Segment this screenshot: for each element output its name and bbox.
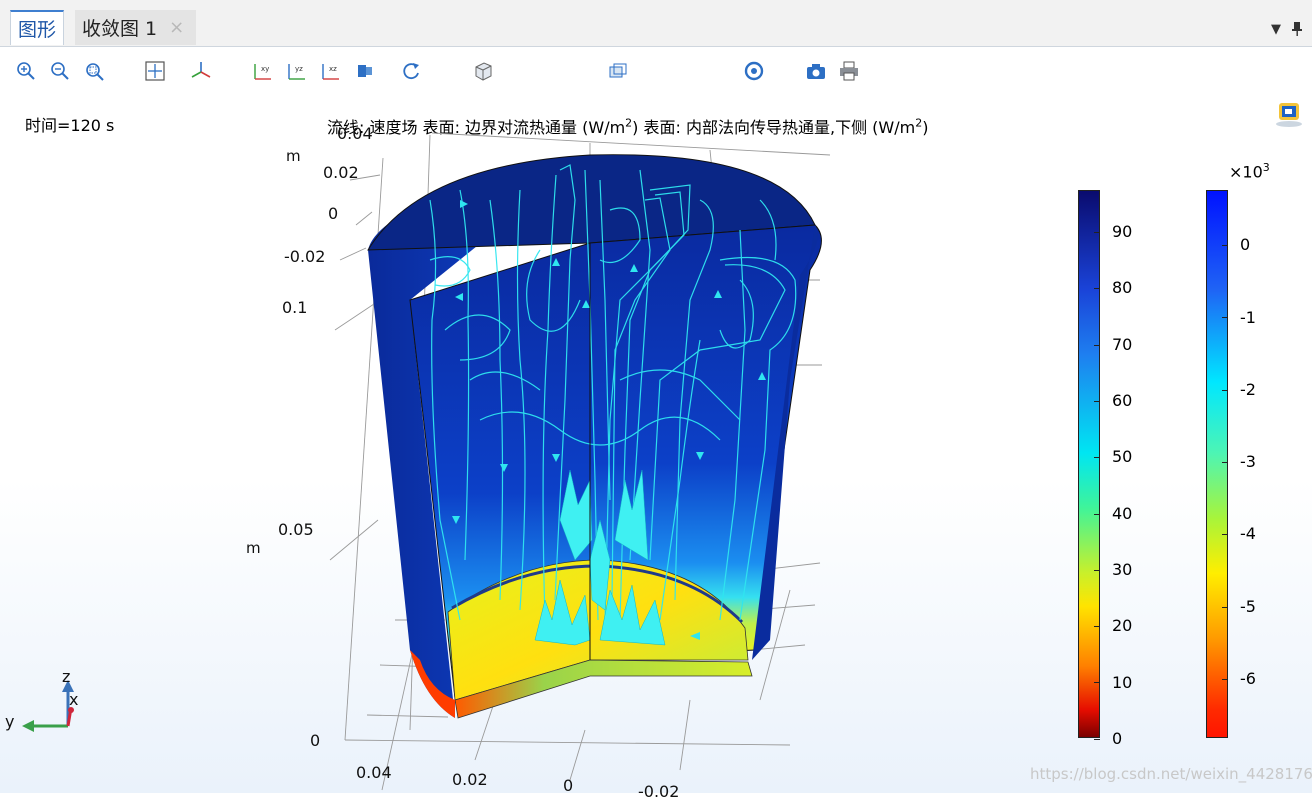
axis-unit-m-mid: m [246,539,261,557]
multiplier-label: ×10 [1229,162,1263,182]
colorbar-tick-mark [1222,389,1228,391]
z-tick-0: 0 [328,204,339,223]
colorbar-conductive-heat-flux [1206,190,1228,738]
colorbar-convective-heat-flux [1078,190,1100,738]
colorbar-tick-mark [1222,461,1228,463]
triad-y-label: y [5,712,15,731]
x-tick-0: 0 [563,776,574,795]
cbar1-tick-80: 80 [1112,278,1133,297]
cbar1-tick-10: 10 [1112,673,1133,692]
z-tick-neg-0-02: -0.02 [284,247,326,266]
cbar2-tick-neg-2: -2 [1240,380,1256,399]
cbar2-tick-neg-3: -3 [1240,452,1256,471]
cbar1-tick-60: 60 [1112,391,1133,410]
cbar2-tick-neg-1: -1 [1240,308,1256,327]
watermark: https://blog.csdn.net/weixin_44281768 [1030,765,1312,783]
colorbar-tick-mark [1094,400,1100,402]
cbar2-tick-neg-4: -4 [1240,524,1256,543]
x-tick-neg-0-02: -0.02 [638,782,680,801]
cbar1-tick-20: 20 [1112,616,1133,635]
colorbar-tick-mark [1094,569,1100,571]
colorbar-tick-mark [1094,344,1100,346]
cbar1-tick-90: 90 [1112,222,1133,241]
axis-unit-m-top: m [286,147,301,165]
triad-x-label: x [69,690,79,709]
colorbar-2-multiplier: ×103 [1229,161,1270,181]
z-tick-0-1: 0.1 [282,298,308,317]
z-tick-0-bottom: 0 [310,731,321,750]
multiplier-exponent: 3 [1262,161,1270,174]
axis-triad [22,680,74,732]
colorbar-tick-mark [1094,682,1100,684]
colorbar-tick-mark [1094,288,1100,290]
colorbar-tick-mark [1094,738,1100,740]
z-tick-0-04: 0.04 [337,124,373,143]
cbar1-tick-30: 30 [1112,560,1133,579]
cbar1-tick-40: 40 [1112,504,1133,523]
cbar2-tick-0: 0 [1240,235,1251,254]
colorbar-tick-mark [1222,534,1228,536]
colorbar-tick-mark [1094,457,1100,459]
colorbar-tick-mark [1222,606,1228,608]
colorbar-tick-mark [1222,678,1228,680]
cbar2-tick-neg-6: -6 [1240,669,1256,688]
colorbar-tick-mark [1094,232,1100,233]
x-tick-0-02: 0.02 [452,770,488,789]
z-tick-0-02: 0.02 [323,163,359,182]
x-tick-0-04: 0.04 [356,763,392,782]
cbar1-tick-0: 0 [1112,729,1123,748]
cbar2-tick-neg-5: -5 [1240,597,1256,616]
cbar1-tick-70: 70 [1112,335,1133,354]
colorbar-tick-mark [1222,317,1228,319]
colorbar-tick-mark [1222,245,1228,246]
colorbar-tick-mark [1094,626,1100,628]
colorbar-tick-mark [1094,513,1100,515]
triad-z-label: z [62,667,71,686]
cbar1-tick-50: 50 [1112,447,1133,466]
z-tick-0-05: 0.05 [278,520,314,539]
